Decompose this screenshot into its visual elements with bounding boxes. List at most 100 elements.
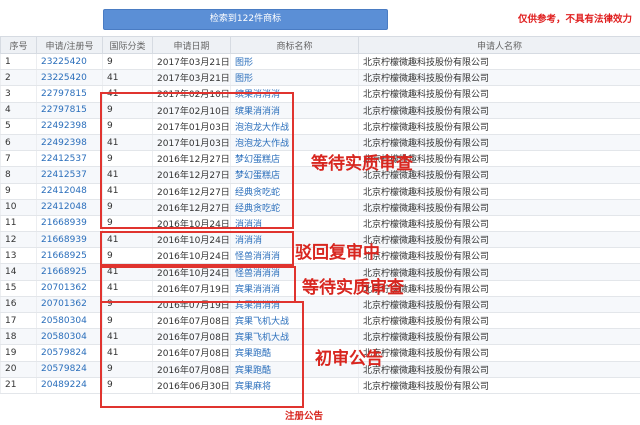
- column-header-applicant[interactable]: 申请人名称: [358, 36, 640, 54]
- cell-registration-number-link[interactable]: 22412048: [41, 202, 87, 212]
- annotation-box-pending-1: [100, 92, 294, 229]
- cell-index: 13: [0, 247, 37, 265]
- cell-registration-number-link[interactable]: 20580304: [41, 316, 87, 326]
- cell-trademark-name-link[interactable]: 图形: [235, 74, 253, 84]
- cell-registration-number: 22492398: [36, 134, 103, 152]
- cell-index: 8: [0, 166, 37, 184]
- cell-registration-number: 20701362: [36, 280, 103, 297]
- cell-registration-number: 21668925: [36, 263, 103, 281]
- table-header-row: 序号 申请/注册号 国际分类 申请日期 商标名称 申请人名称: [0, 36, 640, 54]
- toolbar: 检索到122件商标 仅供参考，不具有法律效力: [0, 0, 640, 36]
- cell-index: 20: [0, 361, 37, 378]
- annotation-rejection-review: 驳回复审中: [295, 243, 380, 263]
- cell-registration-number-link[interactable]: 22797815: [41, 89, 87, 99]
- cell-applicant: 北京柠檬微趣科技股份有限公司: [358, 53, 640, 71]
- cell-applicant: 北京柠檬微趣科技股份有限公司: [358, 69, 640, 87]
- cell-index: 18: [0, 328, 37, 346]
- cell-registration-number-link[interactable]: 22492398: [41, 121, 87, 131]
- cell-applicant: 北京柠檬微趣科技股份有限公司: [358, 247, 640, 265]
- table-row: 9 22412048 41 2016年12月27日 经典贪吃蛇 北京柠檬微趣科技股份有限公…: [0, 183, 640, 200]
- cell-registration-number: 20489224: [36, 377, 103, 394]
- cell-index: 6: [0, 134, 37, 152]
- cell-registration-number: 22492398: [36, 118, 103, 135]
- cell-registration-number-link[interactable]: 22412048: [41, 186, 87, 196]
- cell-registration-number: 21668939: [36, 231, 103, 249]
- cell-trademark-name-link[interactable]: 图形: [235, 58, 253, 68]
- cell-applicant: 北京柠檬微趣科技股份有限公司: [358, 377, 640, 394]
- annotation-preliminary-notice: 初审公告: [315, 349, 383, 369]
- annotation-pending-review-2: 等待实质审查: [302, 278, 404, 298]
- cell-registration-number-link[interactable]: 21668925: [41, 251, 87, 261]
- cell-applicant: 北京柠檬微趣科技股份有限公司: [358, 312, 640, 330]
- cell-registration-number-link[interactable]: 20580304: [41, 332, 87, 342]
- column-header-class[interactable]: 国际分类: [102, 36, 153, 54]
- cell-index: 17: [0, 312, 37, 330]
- cell-registration-number-link[interactable]: 20701362: [41, 299, 87, 309]
- search-results-button[interactable]: 检索到122件商标: [103, 9, 388, 30]
- cell-applicant: 北京柠檬微趣科技股份有限公司: [358, 296, 640, 314]
- cell-registration-number-link[interactable]: 20489224: [41, 380, 87, 390]
- cell-registration-number-link[interactable]: 21668925: [41, 267, 87, 277]
- table-row: 17 20580304 9 2016年07月08日 宾果飞机大战 北京柠檬微趣科技股份有限…: [0, 312, 640, 330]
- cell-registration-number-link[interactable]: 22797815: [41, 105, 87, 115]
- column-header-trademark[interactable]: 商标名称: [230, 36, 359, 54]
- cell-trademark-name: 图形: [230, 69, 359, 87]
- cell-registration-number: 22412537: [36, 166, 103, 184]
- cell-index: 14: [0, 263, 37, 281]
- cell-registration-number: 23225420: [36, 69, 103, 87]
- annotation-box-pending-2: [100, 266, 296, 303]
- cell-index: 10: [0, 199, 37, 216]
- cell-registration-number-link[interactable]: 23225420: [41, 73, 87, 83]
- cell-index: 19: [0, 344, 37, 362]
- cell-applicant: 北京柠檬微趣科技股份有限公司: [358, 231, 640, 249]
- cell-class: 41: [102, 69, 153, 87]
- cell-index: 9: [0, 183, 37, 200]
- cell-index: 15: [0, 280, 37, 297]
- table-row: 21 20489224 9 2016年06月30日 宾果麻将 北京柠檬微趣科技股份有限公司: [0, 377, 640, 394]
- cell-registration-number-link[interactable]: 21668939: [41, 218, 87, 228]
- cell-registration-number-link[interactable]: 22412537: [41, 170, 87, 180]
- column-header-date[interactable]: 申请日期: [152, 36, 231, 54]
- trademark-table: 序号 申请/注册号 国际分类 申请日期 商标名称 申请人名称 1 23225420…: [0, 36, 640, 394]
- cell-index: 5: [0, 118, 37, 135]
- table-row: 1 23225420 9 2017年03月21日 图形 北京柠檬微趣科技股份有限公司: [0, 53, 640, 71]
- cell-registration-number: 21668939: [36, 215, 103, 233]
- cell-registration-number: 21668925: [36, 247, 103, 265]
- table-row: 4 22797815 9 2017年02月10日 缤果消消消 北京柠檬微趣科技股份有限公司: [0, 102, 640, 119]
- cell-registration-number: 20701362: [36, 296, 103, 314]
- cell-registration-number: 22412048: [36, 183, 103, 200]
- cell-registration-number: 20580304: [36, 328, 103, 346]
- annotation-registration-notice: 注册公告: [285, 411, 324, 422]
- cell-registration-number: 20579824: [36, 361, 103, 378]
- cell-registration-number-link[interactable]: 21668939: [41, 235, 87, 245]
- table-row: 18 20580304 41 2016年07月08日 宾果飞机大战 北京柠檬微趣科技股份有…: [0, 328, 640, 346]
- cell-applicant: 北京柠檬微趣科技股份有限公司: [358, 215, 640, 233]
- cell-registration-number-link[interactable]: 20579824: [41, 348, 87, 358]
- cell-registration-number-link[interactable]: 23225420: [41, 57, 87, 67]
- cell-registration-number: 20580304: [36, 312, 103, 330]
- cell-applicant: 北京柠檬微趣科技股份有限公司: [358, 183, 640, 200]
- cell-registration-number: 22412537: [36, 150, 103, 168]
- cell-registration-number: 22412048: [36, 199, 103, 216]
- table-body: 1 23225420 9 2017年03月21日 图形 北京柠檬微趣科技股份有限公司 2 23…: [0, 53, 640, 394]
- cell-index: 7: [0, 150, 37, 168]
- cell-index: 2: [0, 69, 37, 87]
- cell-registration-number: 22797815: [36, 85, 103, 103]
- cell-applicant: 北京柠檬微趣科技股份有限公司: [358, 328, 640, 346]
- cell-index: 11: [0, 215, 37, 233]
- cell-registration-number-link[interactable]: 20701362: [41, 283, 87, 293]
- cell-registration-number: 23225420: [36, 53, 103, 71]
- cell-registration-number-link[interactable]: 22492398: [41, 138, 87, 148]
- cell-applicant: 北京柠檬微趣科技股份有限公司: [358, 85, 640, 103]
- table-row: 2 23225420 41 2017年03月21日 图形 北京柠檬微趣科技股份有限公司: [0, 69, 640, 87]
- cell-applicant: 北京柠檬微趣科技股份有限公司: [358, 344, 640, 362]
- cell-applicant: 北京柠檬微趣科技股份有限公司: [358, 118, 640, 135]
- column-header-number[interactable]: 申请/注册号: [36, 36, 103, 54]
- table-row: 10 22412048 9 2016年12月27日 经典贪吃蛇 北京柠檬微趣科技股份有限公…: [0, 199, 640, 216]
- cell-applicant: 北京柠檬微趣科技股份有限公司: [358, 361, 640, 378]
- cell-registration-number-link[interactable]: 20579824: [41, 364, 87, 374]
- column-header-index[interactable]: 序号: [0, 36, 37, 54]
- cell-registration-number-link[interactable]: 22412537: [41, 154, 87, 164]
- cell-index: 4: [0, 102, 37, 119]
- table-row: 5 22492398 9 2017年01月03日 泡泡龙大作战 北京柠檬微趣科技股份有限公…: [0, 118, 640, 135]
